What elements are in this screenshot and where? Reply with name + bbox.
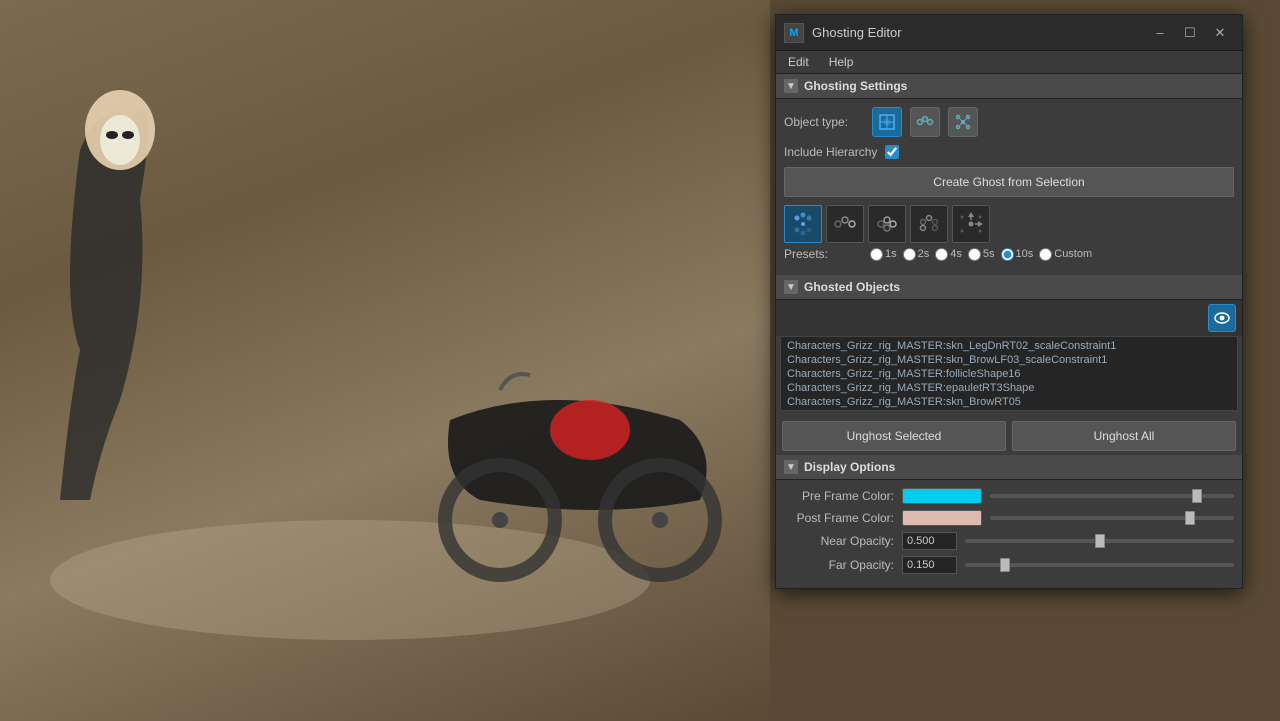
post-frame-color-label: Post Frame Color: — [784, 511, 894, 525]
pre-frame-color-row: Pre Frame Color: — [784, 488, 1234, 504]
near-opacity-slider[interactable] — [965, 539, 1234, 543]
near-opacity-thumb[interactable] — [1095, 534, 1105, 548]
preset-icon-1[interactable] — [826, 205, 864, 243]
list-item[interactable]: Characters_Grizz_rig_MASTER:skn_LegDnRT0… — [785, 339, 1233, 353]
ghosting-settings-content: Object type: — [776, 99, 1242, 275]
preset-radio-group: 1s 2s 4s 5s 10s — [870, 248, 1096, 261]
include-hierarchy-row: Include Hierarchy — [784, 145, 1234, 159]
eye-icon — [1214, 310, 1230, 326]
preset-radio-custom[interactable]: Custom — [1039, 248, 1092, 261]
menu-bar: Edit Help — [776, 51, 1242, 74]
post-frame-color-thumb[interactable] — [1185, 511, 1195, 525]
far-opacity-thumb[interactable] — [1000, 558, 1010, 572]
pre-frame-color-thumb[interactable] — [1192, 489, 1202, 503]
star-icon — [953, 112, 973, 132]
object-type-curve-button[interactable] — [910, 107, 940, 137]
close-button[interactable]: ✕ — [1206, 21, 1234, 45]
menu-help[interactable]: Help — [825, 53, 858, 71]
far-opacity-input[interactable] — [902, 556, 957, 574]
post-frame-color-swatch[interactable] — [902, 510, 982, 526]
list-item[interactable]: Characters_Grizz_rig_MASTER:skn_BrowRT05 — [785, 395, 1233, 409]
preset-icon-2[interactable] — [868, 205, 906, 243]
title-bar: M Ghosting Editor – ☐ ✕ — [776, 15, 1242, 51]
presets-row: Presets: 1s 2s 4s 5s — [784, 247, 1234, 261]
list-item[interactable]: Characters_Grizz_rig_MASTER:follicleShap… — [785, 367, 1233, 381]
preset-icons-row — [784, 205, 1234, 243]
ghosted-objects-collapse-btn[interactable]: ▼ — [784, 280, 798, 294]
unghost-selected-button[interactable]: Unghost Selected — [782, 421, 1006, 451]
ghosting-settings-collapse-btn[interactable]: ▼ — [784, 79, 798, 93]
object-type-mesh-button[interactable] — [872, 107, 902, 137]
pre-frame-color-label: Pre Frame Color: — [784, 489, 894, 503]
include-hierarchy-label: Include Hierarchy — [784, 145, 877, 159]
background-scene — [0, 0, 770, 721]
pre-frame-color-slider[interactable] — [990, 494, 1234, 498]
preset-icon-3[interactable] — [910, 205, 948, 243]
app-icon: M — [784, 23, 804, 43]
far-opacity-slider[interactable] — [965, 563, 1234, 567]
mesh-icon — [877, 112, 897, 132]
ghosting-settings-title: Ghosting Settings — [804, 79, 907, 93]
curve-icon — [915, 112, 935, 132]
ghosted-objects-section-header: ▼ Ghosted Objects — [776, 275, 1242, 300]
near-opacity-input[interactable] — [902, 532, 957, 550]
menu-edit[interactable]: Edit — [784, 53, 813, 71]
include-hierarchy-checkbox[interactable] — [885, 145, 899, 159]
unghost-buttons-row: Unghost Selected Unghost All — [776, 417, 1242, 455]
display-options-title: Display Options — [804, 460, 895, 474]
list-item[interactable]: Characters_Grizz_rig_MASTER:epauletRT3Sh… — [785, 381, 1233, 395]
ghosted-objects-title: Ghosted Objects — [804, 280, 900, 294]
preset-radio-4s[interactable]: 4s — [935, 248, 962, 261]
preset-radio-2s[interactable]: 2s — [903, 248, 930, 261]
ghosted-objects-content: Characters_Grizz_rig_MASTER:skn_LegDnRT0… — [776, 300, 1242, 455]
unghost-all-button[interactable]: Unghost All — [1012, 421, 1236, 451]
preset-radio-5s[interactable]: 5s — [968, 248, 995, 261]
window-controls: – ☐ ✕ — [1146, 21, 1234, 45]
display-options-content: Pre Frame Color: Post Frame Color: Near … — [776, 480, 1242, 588]
preset-icon-4[interactable] — [952, 205, 990, 243]
object-type-label: Object type: — [784, 115, 864, 129]
object-type-misc-button[interactable] — [948, 107, 978, 137]
ghosting-editor-window: M Ghosting Editor – ☐ ✕ Edit Help ▼ Ghos… — [775, 14, 1243, 589]
ghosting-settings-section-header: ▼ Ghosting Settings — [776, 74, 1242, 99]
minimize-button[interactable]: – — [1146, 21, 1174, 45]
window-title: Ghosting Editor — [812, 25, 1146, 40]
ghosted-objects-header-bar — [776, 300, 1242, 336]
far-opacity-label: Far Opacity: — [784, 558, 894, 572]
maximize-button[interactable]: ☐ — [1176, 21, 1204, 45]
display-options-section-header: ▼ Display Options — [776, 455, 1242, 480]
visibility-toggle-button[interactable] — [1208, 304, 1236, 332]
presets-label: Presets: — [784, 247, 864, 261]
post-frame-color-slider[interactable] — [990, 516, 1234, 520]
post-frame-color-row: Post Frame Color: — [784, 510, 1234, 526]
far-opacity-row: Far Opacity: — [784, 556, 1234, 574]
preset-radio-1s[interactable]: 1s — [870, 248, 897, 261]
preset-radio-10s[interactable]: 10s — [1001, 248, 1034, 261]
near-opacity-label: Near Opacity: — [784, 534, 894, 548]
near-opacity-row: Near Opacity: — [784, 532, 1234, 550]
pre-frame-color-swatch[interactable] — [902, 488, 982, 504]
display-options-collapse-btn[interactable]: ▼ — [784, 460, 798, 474]
object-type-row: Object type: — [784, 107, 1234, 137]
list-item[interactable]: Characters_Grizz_rig_MASTER:skn_BrowLF03… — [785, 353, 1233, 367]
ghosted-objects-list[interactable]: Characters_Grizz_rig_MASTER:skn_LegDnRT0… — [780, 336, 1238, 411]
create-ghost-button[interactable]: Create Ghost from Selection — [784, 167, 1234, 197]
preset-icon-0[interactable] — [784, 205, 822, 243]
